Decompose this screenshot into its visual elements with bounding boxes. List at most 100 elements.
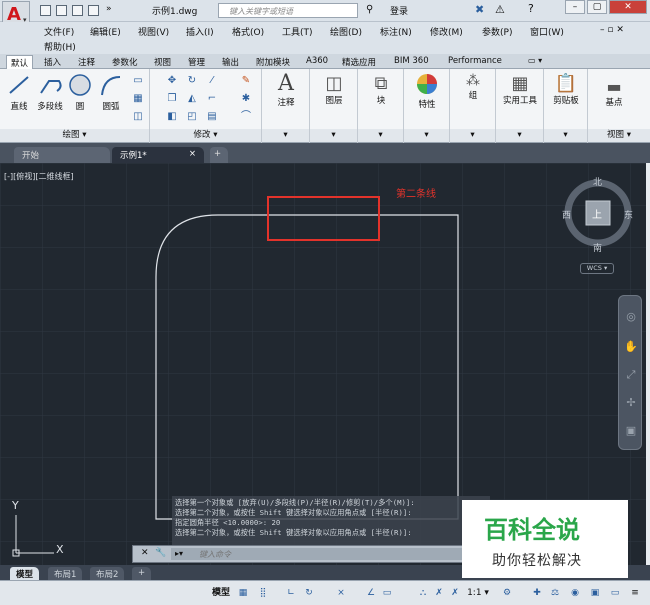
- snap-icon[interactable]: ⣿: [256, 585, 270, 601]
- new-file-icon[interactable]: [40, 5, 51, 16]
- polar-icon[interactable]: ↻: [302, 585, 316, 601]
- circle-tool[interactable]: 圆: [66, 73, 94, 112]
- tab-layout2[interactable]: 布局2: [90, 567, 125, 580]
- view-panel-title[interactable]: 视图 ▾: [588, 129, 650, 142]
- units-icon[interactable]: ⚖: [548, 585, 562, 601]
- doc-window-controls[interactable]: – ▫ ✕: [600, 25, 624, 35]
- groups-tool[interactable]: ⁂ 组: [458, 73, 488, 101]
- filleted-rectangle[interactable]: [155, 214, 459, 520]
- block-panel-arrow[interactable]: ▾: [358, 129, 403, 142]
- mirror-icon[interactable]: ◭: [186, 93, 198, 105]
- layers-tool[interactable]: ◫ 图层: [318, 73, 350, 106]
- compass-north[interactable]: 北: [593, 175, 602, 188]
- tab-performance[interactable]: Performance: [444, 55, 506, 67]
- array-icon[interactable]: ▤: [206, 111, 218, 123]
- workspace-gear-icon[interactable]: ⚙: [500, 585, 514, 601]
- tab-manage[interactable]: 管理: [184, 55, 209, 69]
- explode-icon[interactable]: ✱: [240, 93, 252, 105]
- zoom-extents-icon[interactable]: ⤢: [624, 368, 638, 382]
- tab-output[interactable]: 输出: [218, 55, 243, 69]
- menu-window[interactable]: 窗口(W): [530, 25, 564, 38]
- move-icon[interactable]: ✥: [166, 75, 178, 87]
- tab-model[interactable]: 模型: [10, 567, 40, 580]
- selection-cycling-icon[interactable]: ⛬: [416, 585, 430, 601]
- menu-insert[interactable]: 插入(I): [186, 25, 214, 38]
- annotation-monitor-icon[interactable]: ✚: [530, 585, 544, 601]
- binoculars-icon[interactable]: ⚲: [366, 4, 373, 15]
- clipboard-panel-arrow[interactable]: ▾: [544, 129, 587, 142]
- wcs-menu[interactable]: WCS ▾: [580, 263, 614, 274]
- block-tool[interactable]: ⧉ 块: [366, 73, 396, 106]
- tab-a360[interactable]: A360: [302, 55, 332, 67]
- draw-panel-title[interactable]: 绘图 ▾: [0, 129, 149, 142]
- tab-insert[interactable]: 插入: [40, 55, 65, 69]
- orbit-icon[interactable]: ✢: [624, 396, 638, 410]
- tab-default[interactable]: 默认: [6, 55, 34, 70]
- save-as-icon[interactable]: [88, 5, 99, 16]
- help-icon[interactable]: ?: [528, 2, 534, 15]
- menu-parameters[interactable]: 参数(P): [482, 25, 512, 38]
- rectangle-icon[interactable]: ▭: [132, 75, 144, 87]
- a360-icon[interactable]: ⚠: [495, 3, 505, 16]
- tab-view[interactable]: 视图: [150, 55, 175, 69]
- menu-edit[interactable]: 编辑(E): [90, 25, 121, 38]
- osnap-icon[interactable]: ⨯: [334, 585, 348, 601]
- modify-panel-title[interactable]: 修改 ▾: [150, 129, 261, 142]
- tab-parametric[interactable]: 参数化: [108, 55, 142, 69]
- tab-annotate[interactable]: 注释: [74, 55, 99, 69]
- utilities-panel-arrow[interactable]: ▾: [496, 129, 543, 142]
- minimize-button[interactable]: –: [565, 0, 585, 14]
- customize-icon[interactable]: 🔧: [155, 548, 166, 558]
- menu-dimension[interactable]: 标注(N): [380, 25, 412, 38]
- login-button[interactable]: 登录: [390, 4, 408, 17]
- compass-west[interactable]: 西: [562, 208, 571, 221]
- text-tool[interactable]: A 注释: [270, 71, 302, 108]
- compass-east[interactable]: 东: [624, 208, 633, 221]
- erase-icon[interactable]: ✎: [240, 75, 252, 87]
- auto-scale-icon[interactable]: ✗: [448, 585, 462, 601]
- ortho-icon[interactable]: ∟: [284, 585, 298, 601]
- showmotion-icon[interactable]: ▣: [624, 424, 638, 438]
- scale-icon[interactable]: ◰: [186, 111, 198, 123]
- steering-wheel-icon[interactable]: ◎: [624, 310, 638, 324]
- hardware-acceleration-icon[interactable]: ▣: [588, 585, 602, 601]
- customization-menu-icon[interactable]: ≡: [628, 585, 642, 601]
- close-button[interactable]: ✕: [609, 0, 647, 14]
- maximize-button[interactable]: ▢: [587, 0, 607, 14]
- clipboard-tool[interactable]: 📋 剪贴板: [546, 73, 586, 106]
- annotation-visibility-icon[interactable]: ✗: [432, 585, 446, 601]
- properties-panel-arrow[interactable]: ▾: [404, 129, 449, 142]
- save-icon[interactable]: [72, 5, 83, 16]
- polyline-tool[interactable]: 多段线: [34, 73, 66, 112]
- annotate-panel-arrow[interactable]: ▾: [262, 129, 309, 142]
- stretch-icon[interactable]: ◧: [166, 111, 178, 123]
- quick-access-more-icon[interactable]: »: [106, 4, 112, 14]
- menu-view[interactable]: 视图(V): [138, 25, 169, 38]
- rotate-icon[interactable]: ↻: [186, 75, 198, 87]
- menu-file[interactable]: 文件(F): [44, 25, 74, 38]
- offset-icon[interactable]: ⌒: [240, 111, 252, 123]
- trim-icon[interactable]: ⁄: [206, 75, 218, 87]
- menu-format[interactable]: 格式(O): [232, 25, 264, 38]
- search-input[interactable]: 键入关键字或短语: [218, 3, 358, 18]
- model-space-toggle[interactable]: 模型: [208, 585, 234, 601]
- open-file-icon[interactable]: [56, 5, 67, 16]
- viewcube[interactable]: 北 南 东 西 上: [562, 175, 634, 255]
- groups-panel-arrow[interactable]: ▾: [450, 129, 495, 142]
- arc-tool[interactable]: 圆弧: [96, 73, 126, 112]
- lineweight-icon[interactable]: ▭: [380, 585, 394, 601]
- grid-icon[interactable]: ▦: [236, 585, 250, 601]
- clean-screen-icon[interactable]: ▭: [608, 585, 622, 601]
- ribbon-minimize-icon[interactable]: ▭ ▾: [528, 56, 542, 65]
- line-tool[interactable]: 直线: [4, 73, 34, 112]
- compass-south[interactable]: 南: [593, 241, 602, 254]
- fillet-icon[interactable]: ⌐: [206, 93, 218, 105]
- new-tab-button[interactable]: +: [210, 147, 228, 163]
- tab-featured-apps[interactable]: 精选应用: [338, 55, 380, 69]
- menu-help[interactable]: 帮助(H): [44, 40, 76, 53]
- tab-layout1[interactable]: 布局1: [48, 567, 83, 580]
- menu-draw[interactable]: 绘图(D): [330, 25, 362, 38]
- tab-bim360[interactable]: BIM 360: [390, 55, 433, 67]
- layers-panel-arrow[interactable]: ▾: [310, 129, 357, 142]
- utilities-tool[interactable]: ▦ 实用工具: [498, 73, 542, 106]
